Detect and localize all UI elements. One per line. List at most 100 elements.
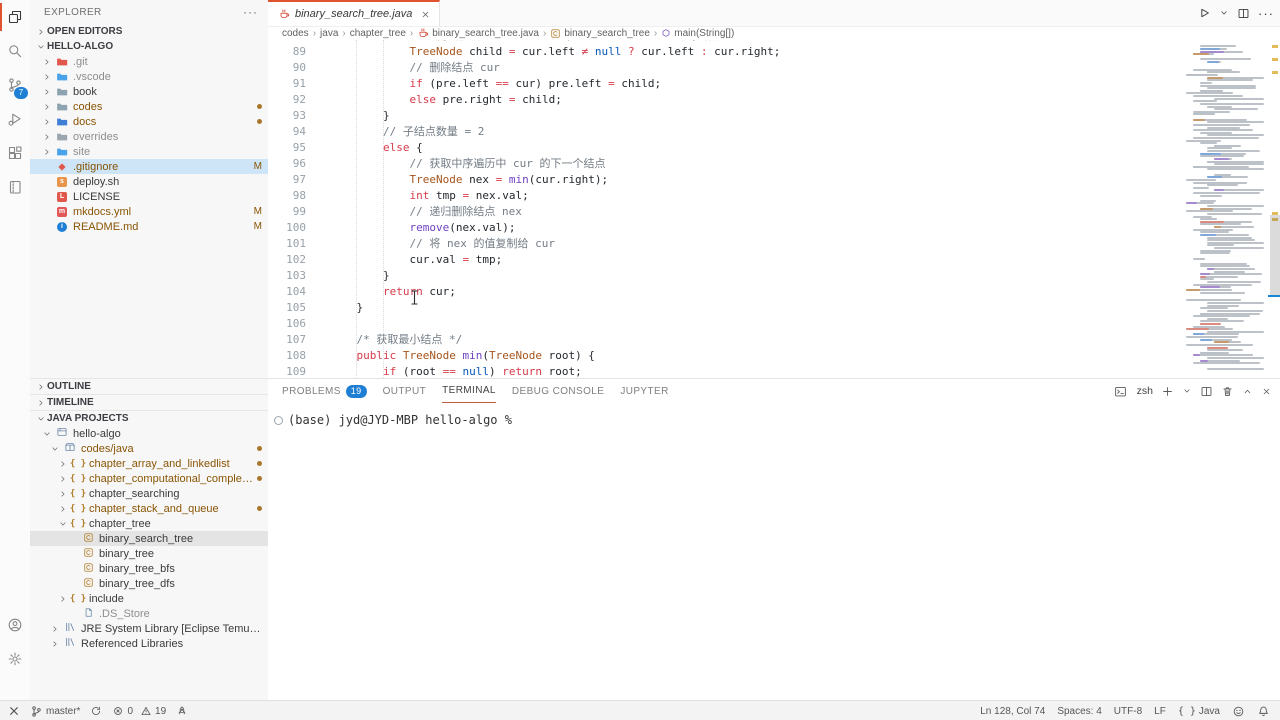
tab-binary-search-tree[interactable]: binary_search_tree.java bbox=[268, 0, 440, 26]
chevron-right-icon[interactable] bbox=[40, 72, 54, 82]
terminal-dropdown-icon[interactable] bbox=[1182, 386, 1192, 396]
breadcrumb-item-main-string[interactable]: main(String[]) bbox=[661, 28, 734, 39]
kill-terminal-icon[interactable] bbox=[1221, 385, 1234, 398]
breadcrumb-item-binary-search-tree-java[interactable]: binary_search_tree.java bbox=[417, 27, 539, 39]
chevron-right-icon[interactable] bbox=[40, 102, 54, 112]
tree-item-codes-java[interactable]: codes/java bbox=[30, 441, 268, 456]
activity-item-source-control[interactable]: 7 bbox=[0, 68, 30, 102]
run-dropdown-icon[interactable] bbox=[1219, 8, 1229, 18]
activity-item-explorer[interactable] bbox=[0, 0, 30, 34]
open-editors-header[interactable]: OPEN EDITORS bbox=[30, 24, 268, 39]
chevron-right-icon[interactable] bbox=[40, 117, 54, 127]
activity-item-extensions[interactable] bbox=[0, 136, 30, 170]
status-line-col[interactable]: Ln 128, Col 74 bbox=[980, 706, 1045, 717]
chevron-right-icon[interactable] bbox=[56, 594, 70, 604]
tree-item-chapter-tree[interactable]: { }chapter_tree bbox=[30, 516, 268, 531]
status-java-status[interactable] bbox=[176, 705, 188, 717]
activity-item-run-debug[interactable] bbox=[0, 102, 30, 136]
chevron-down-icon[interactable] bbox=[48, 444, 62, 454]
tree-item-hello-algo[interactable]: hello-algo bbox=[30, 426, 268, 441]
chevron-right-icon[interactable] bbox=[48, 624, 62, 634]
tree-item-chapter-array-and-linkedlist[interactable]: { }chapter_array_and_linkedlist bbox=[30, 456, 268, 471]
tree-item-binary-tree[interactable]: binary_tree bbox=[30, 546, 268, 561]
panel-tab-output[interactable]: OUTPUT bbox=[383, 379, 427, 403]
tree-item-binary-search-tree[interactable]: binary_search_tree bbox=[30, 531, 268, 546]
chevron-right-icon[interactable] bbox=[40, 147, 54, 157]
outline-header[interactable]: OUTLINE bbox=[30, 378, 268, 394]
tree-item-include[interactable]: { }include bbox=[30, 591, 268, 606]
panel-tab-debug-console[interactable]: DEBUG CONSOLE bbox=[512, 379, 604, 403]
chevron-right-icon[interactable] bbox=[56, 459, 70, 469]
status-encoding[interactable]: UTF-8 bbox=[1114, 706, 1142, 717]
tree-item-mkdocs-yml[interactable]: mmkdocs.ymlM bbox=[30, 204, 268, 219]
minimap-line bbox=[1207, 61, 1219, 63]
tree-item-readme-md[interactable]: iREADME.mdM bbox=[30, 219, 268, 234]
chevron-right-icon[interactable] bbox=[48, 639, 62, 649]
shell-selector[interactable]: zsh bbox=[1137, 385, 1153, 397]
status-branch[interactable]: master* bbox=[30, 705, 80, 718]
chevron-right-icon[interactable] bbox=[56, 489, 70, 499]
terminal[interactable]: (base) jyd@JYD-MBP hello-algo % bbox=[268, 403, 1280, 427]
tree-item-chapter-searching[interactable]: { }chapter_searching bbox=[30, 486, 268, 501]
chevron-down-icon[interactable] bbox=[40, 429, 54, 439]
split-terminal-icon[interactable] bbox=[1200, 385, 1213, 398]
status-eol[interactable]: LF bbox=[1154, 706, 1166, 717]
tree-item-gitignore[interactable]: .gitignoreM bbox=[30, 159, 268, 174]
scrollbar-thumb[interactable] bbox=[1270, 215, 1280, 295]
tree-item-chapter-stack-and-queue[interactable]: { }chapter_stack_and_queue bbox=[30, 501, 268, 516]
tree-item-binary-tree-bfs[interactable]: binary_tree_bfs bbox=[30, 561, 268, 576]
tree-item-git[interactable]: .git bbox=[30, 54, 268, 69]
panel-tab-problems[interactable]: PROBLEMS19 bbox=[282, 379, 367, 403]
activity-item-search[interactable] bbox=[0, 34, 30, 68]
panel-tab-terminal[interactable]: TERMINAL bbox=[442, 379, 496, 403]
breadcrumb-item-java[interactable]: java bbox=[320, 28, 338, 39]
breadcrumb-item-chapter-tree[interactable]: chapter_tree bbox=[350, 28, 406, 39]
tree-item-chapter-computational-complexity[interactable]: { }chapter_computational_complexity bbox=[30, 471, 268, 486]
breadcrumb-item-binary-search-tree[interactable]: binary_search_tree bbox=[550, 28, 650, 39]
activity-item-notebook[interactable] bbox=[0, 170, 30, 204]
chevron-right-icon[interactable] bbox=[56, 504, 70, 514]
tree-item-ds-store[interactable]: .DS_Store bbox=[30, 606, 268, 621]
chevron-down-icon[interactable] bbox=[56, 519, 70, 529]
status-notifications[interactable] bbox=[1257, 705, 1270, 718]
minimap[interactable] bbox=[1186, 40, 1270, 378]
split-editor-icon[interactable] bbox=[1237, 7, 1250, 20]
chevron-right-icon[interactable] bbox=[40, 132, 54, 142]
tree-item-binary-tree-dfs[interactable]: binary_tree_dfs bbox=[30, 576, 268, 591]
status-indentation[interactable]: Spaces: 4 bbox=[1057, 706, 1101, 717]
workspace-root-header[interactable]: HELLO-ALGO bbox=[30, 39, 268, 54]
activity-item-account[interactable] bbox=[0, 608, 30, 642]
status-language[interactable]: { }Java bbox=[1178, 706, 1220, 717]
explorer-more-actions-icon[interactable]: ··· bbox=[243, 5, 258, 19]
tree-item-docs[interactable]: docs bbox=[30, 114, 268, 129]
close-panel-icon[interactable] bbox=[1261, 386, 1272, 397]
tree-item-jre-system-library-eclipse-temurin-17-17[interactable]: JRE System Library [Eclipse Temurin 17 [… bbox=[30, 621, 268, 636]
tree-item-codes[interactable]: codes bbox=[30, 99, 268, 114]
breadcrumb-item-codes[interactable]: codes bbox=[282, 28, 309, 39]
minimap-line bbox=[1186, 336, 1238, 338]
close-icon[interactable] bbox=[420, 9, 431, 20]
panel-tab-jupyter[interactable]: JUPYTER bbox=[620, 379, 668, 403]
maximize-panel-icon[interactable] bbox=[1242, 386, 1253, 397]
tree-item-referenced-libraries[interactable]: Referenced Libraries bbox=[30, 636, 268, 651]
tree-item-overrides[interactable]: overrides bbox=[30, 129, 268, 144]
status-sync[interactable] bbox=[90, 705, 102, 717]
chevron-right-icon[interactable] bbox=[40, 57, 54, 67]
chevron-right-icon[interactable] bbox=[56, 474, 70, 484]
timeline-header[interactable]: TIMELINE bbox=[30, 394, 268, 410]
code-viewport[interactable]: 88// 当子结点数量 = 0 / 1 时, child = null / 该子… bbox=[268, 40, 1280, 378]
tree-item-site[interactable]: site bbox=[30, 144, 268, 159]
breadcrumb-label: java bbox=[320, 28, 338, 39]
new-terminal-icon[interactable] bbox=[1161, 385, 1174, 398]
status-remote[interactable] bbox=[8, 705, 20, 717]
activity-item-settings[interactable] bbox=[0, 642, 30, 676]
run-icon[interactable] bbox=[1197, 6, 1211, 20]
chevron-right-icon[interactable] bbox=[40, 87, 54, 97]
status-problems[interactable]: 019 bbox=[112, 705, 166, 717]
status-feedback[interactable] bbox=[1232, 705, 1245, 718]
tree-item-license[interactable]: LLICENSE bbox=[30, 189, 268, 204]
tree-item-vscode[interactable]: .vscode bbox=[30, 69, 268, 84]
java-projects-header[interactable]: JAVA PROJECTS bbox=[30, 410, 268, 426]
tree-item-book[interactable]: book bbox=[30, 84, 268, 99]
tree-item-deploy-sh[interactable]: sdeploy.sh bbox=[30, 174, 268, 189]
